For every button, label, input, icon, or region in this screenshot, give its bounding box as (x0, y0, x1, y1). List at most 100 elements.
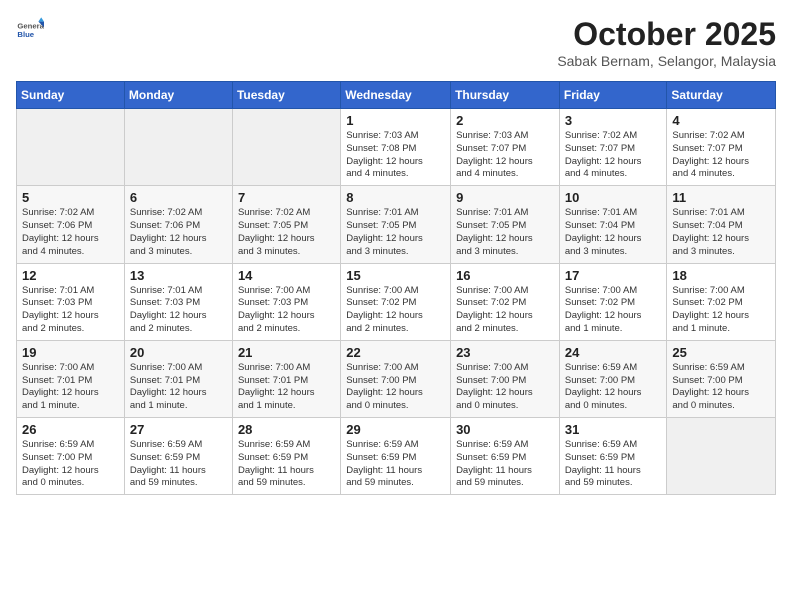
weekday-header-monday: Monday (124, 82, 232, 109)
cell-info: Sunrise: 7:01 AMSunset: 7:05 PMDaylight:… (346, 207, 445, 258)
cell-info: Sunrise: 7:00 AMSunset: 7:00 PMDaylight:… (346, 362, 445, 413)
date-number: 8 (346, 190, 445, 205)
calendar-cell: 8 Sunrise: 7:01 AMSunset: 7:05 PMDaylight… (341, 186, 451, 263)
cell-info: Sunrise: 7:00 AMSunset: 7:01 PMDaylight:… (22, 362, 119, 413)
calendar-cell: 9 Sunrise: 7:01 AMSunset: 7:05 PMDaylight… (451, 186, 560, 263)
cell-info: Sunrise: 7:00 AMSunset: 7:01 PMDaylight:… (130, 362, 227, 413)
date-number: 22 (346, 345, 445, 360)
main-title: October 2025 (557, 16, 776, 53)
date-number: 29 (346, 422, 445, 437)
date-number: 15 (346, 268, 445, 283)
sub-title: Sabak Bernam, Selangor, Malaysia (557, 53, 776, 69)
calendar-cell (17, 109, 125, 186)
calendar-cell: 4 Sunrise: 7:02 AMSunset: 7:07 PMDaylight… (667, 109, 776, 186)
weekday-header-sunday: Sunday (17, 82, 125, 109)
date-number: 28 (238, 422, 335, 437)
calendar-cell (124, 109, 232, 186)
cell-info: Sunrise: 7:00 AMSunset: 7:02 PMDaylight:… (346, 285, 445, 336)
cell-info: Sunrise: 6:59 AMSunset: 6:59 PMDaylight:… (456, 439, 554, 490)
calendar-cell: 25 Sunrise: 6:59 AMSunset: 7:00 PMDayligh… (667, 340, 776, 417)
calendar-cell: 30 Sunrise: 6:59 AMSunset: 6:59 PMDayligh… (451, 418, 560, 495)
date-number: 17 (565, 268, 662, 283)
cell-info: Sunrise: 7:01 AMSunset: 7:04 PMDaylight:… (672, 207, 770, 258)
date-number: 20 (130, 345, 227, 360)
cell-info: Sunrise: 7:02 AMSunset: 7:06 PMDaylight:… (130, 207, 227, 258)
date-number: 24 (565, 345, 662, 360)
cell-info: Sunrise: 6:59 AMSunset: 7:00 PMDaylight:… (672, 362, 770, 413)
calendar-cell: 31 Sunrise: 6:59 AMSunset: 6:59 PMDayligh… (559, 418, 667, 495)
date-number: 13 (130, 268, 227, 283)
date-number: 4 (672, 113, 770, 128)
calendar-cell: 20 Sunrise: 7:00 AMSunset: 7:01 PMDayligh… (124, 340, 232, 417)
cell-info: Sunrise: 6:59 AMSunset: 6:59 PMDaylight:… (238, 439, 335, 490)
date-number: 21 (238, 345, 335, 360)
weekday-header-saturday: Saturday (667, 82, 776, 109)
calendar-cell: 16Sunrise: 7:00 AMSunset: 7:02 PMDayligh… (451, 263, 560, 340)
date-number: 11 (672, 190, 770, 205)
date-number: 7 (238, 190, 335, 205)
calendar-cell: 27 Sunrise: 6:59 AMSunset: 6:59 PMDayligh… (124, 418, 232, 495)
title-block: October 2025 Sabak Bernam, Selangor, Mal… (557, 16, 776, 69)
date-number: 27 (130, 422, 227, 437)
calendar-table: SundayMondayTuesdayWednesdayThursdayFrid… (16, 81, 776, 495)
date-number: 23 (456, 345, 554, 360)
calendar-cell: 12 Sunrise: 7:01 AMSunset: 7:03 PMDayligh… (17, 263, 125, 340)
svg-text:Blue: Blue (17, 30, 34, 39)
cell-info: Sunrise: 6:59 AMSunset: 6:59 PMDaylight:… (130, 439, 227, 490)
cell-info: Sunrise: 7:03 AMSunset: 7:07 PMDaylight:… (456, 130, 554, 181)
date-number: 31 (565, 422, 662, 437)
date-number: 1 (346, 113, 445, 128)
logo: General Blue (16, 16, 44, 44)
calendar-cell (232, 109, 340, 186)
date-number: 18 (672, 268, 770, 283)
page-header: General Blue October 2025 Sabak Bernam, … (16, 16, 776, 69)
calendar-cell: 10 Sunrise: 7:01 AMSunset: 7:04 PMDayligh… (559, 186, 667, 263)
date-number: 19 (22, 345, 119, 360)
date-number: 14 (238, 268, 335, 283)
cell-info: Sunrise: 7:02 AMSunset: 7:06 PMDaylight:… (22, 207, 119, 258)
cell-info: Sunrise: 7:02 AMSunset: 7:07 PMDaylight:… (672, 130, 770, 181)
calendar-cell: 23 Sunrise: 7:00 AMSunset: 7:00 PMDayligh… (451, 340, 560, 417)
logo-icon: General Blue (16, 16, 44, 44)
calendar-cell: 6Sunrise: 7:02 AMSunset: 7:06 PMDaylight… (124, 186, 232, 263)
cell-info: Sunrise: 6:59 AMSunset: 7:00 PMDaylight:… (565, 362, 662, 413)
calendar-cell: 2 Sunrise: 7:03 AMSunset: 7:07 PMDaylight… (451, 109, 560, 186)
date-number: 25 (672, 345, 770, 360)
calendar-cell: 3 Sunrise: 7:02 AMSunset: 7:07 PMDaylight… (559, 109, 667, 186)
cell-info: Sunrise: 7:00 AMSunset: 7:03 PMDaylight:… (238, 285, 335, 336)
weekday-header-thursday: Thursday (451, 82, 560, 109)
cell-info: Sunrise: 7:01 AMSunset: 7:04 PMDaylight:… (565, 207, 662, 258)
cell-info: Sunrise: 7:01 AMSunset: 7:03 PMDaylight:… (130, 285, 227, 336)
date-number: 10 (565, 190, 662, 205)
date-number: 16 (456, 268, 554, 283)
cell-info: Sunrise: 7:02 AMSunset: 7:07 PMDaylight:… (565, 130, 662, 181)
date-number: 26 (22, 422, 119, 437)
calendar-cell (667, 418, 776, 495)
calendar-cell: 13 Sunrise: 7:01 AMSunset: 7:03 PMDayligh… (124, 263, 232, 340)
calendar-cell: 5 Sunrise: 7:02 AMSunset: 7:06 PMDaylight… (17, 186, 125, 263)
cell-info: Sunrise: 7:03 AMSunset: 7:08 PMDaylight:… (346, 130, 445, 181)
calendar-cell: 15 Sunrise: 7:00 AMSunset: 7:02 PMDayligh… (341, 263, 451, 340)
date-number: 9 (456, 190, 554, 205)
weekday-header-tuesday: Tuesday (232, 82, 340, 109)
cell-info: Sunrise: 7:01 AMSunset: 7:03 PMDaylight:… (22, 285, 119, 336)
calendar-cell: 28 Sunrise: 6:59 AMSunset: 6:59 PMDayligh… (232, 418, 340, 495)
date-number: 2 (456, 113, 554, 128)
calendar-cell: 21Sunrise: 7:00 AMSunset: 7:01 PMDayligh… (232, 340, 340, 417)
cell-info: Sunrise: 7:00 AMSunset: 7:00 PMDaylight:… (456, 362, 554, 413)
cell-info: Sunrise: 7:00 AMSunset: 7:02 PMDaylight:… (672, 285, 770, 336)
calendar-cell: 18 Sunrise: 7:00 AMSunset: 7:02 PMDayligh… (667, 263, 776, 340)
cell-info: Sunrise: 6:59 AMSunset: 7:00 PMDaylight:… (22, 439, 119, 490)
calendar-cell: 17Sunrise: 7:00 AMSunset: 7:02 PMDayligh… (559, 263, 667, 340)
calendar-cell: 19 Sunrise: 7:00 AMSunset: 7:01 PMDayligh… (17, 340, 125, 417)
date-number: 30 (456, 422, 554, 437)
date-number: 12 (22, 268, 119, 283)
date-number: 3 (565, 113, 662, 128)
calendar-cell: 26 Sunrise: 6:59 AMSunset: 7:00 PMDayligh… (17, 418, 125, 495)
calendar-cell: 1 Sunrise: 7:03 AMSunset: 7:08 PMDaylight… (341, 109, 451, 186)
calendar-cell: 11 Sunrise: 7:01 AMSunset: 7:04 PMDayligh… (667, 186, 776, 263)
date-number: 5 (22, 190, 119, 205)
calendar-cell: 29Sunrise: 6:59 AMSunset: 6:59 PMDayligh… (341, 418, 451, 495)
cell-info: Sunrise: 7:01 AMSunset: 7:05 PMDaylight:… (456, 207, 554, 258)
cell-info: Sunrise: 6:59 AMSunset: 6:59 PMDaylight:… (565, 439, 662, 490)
